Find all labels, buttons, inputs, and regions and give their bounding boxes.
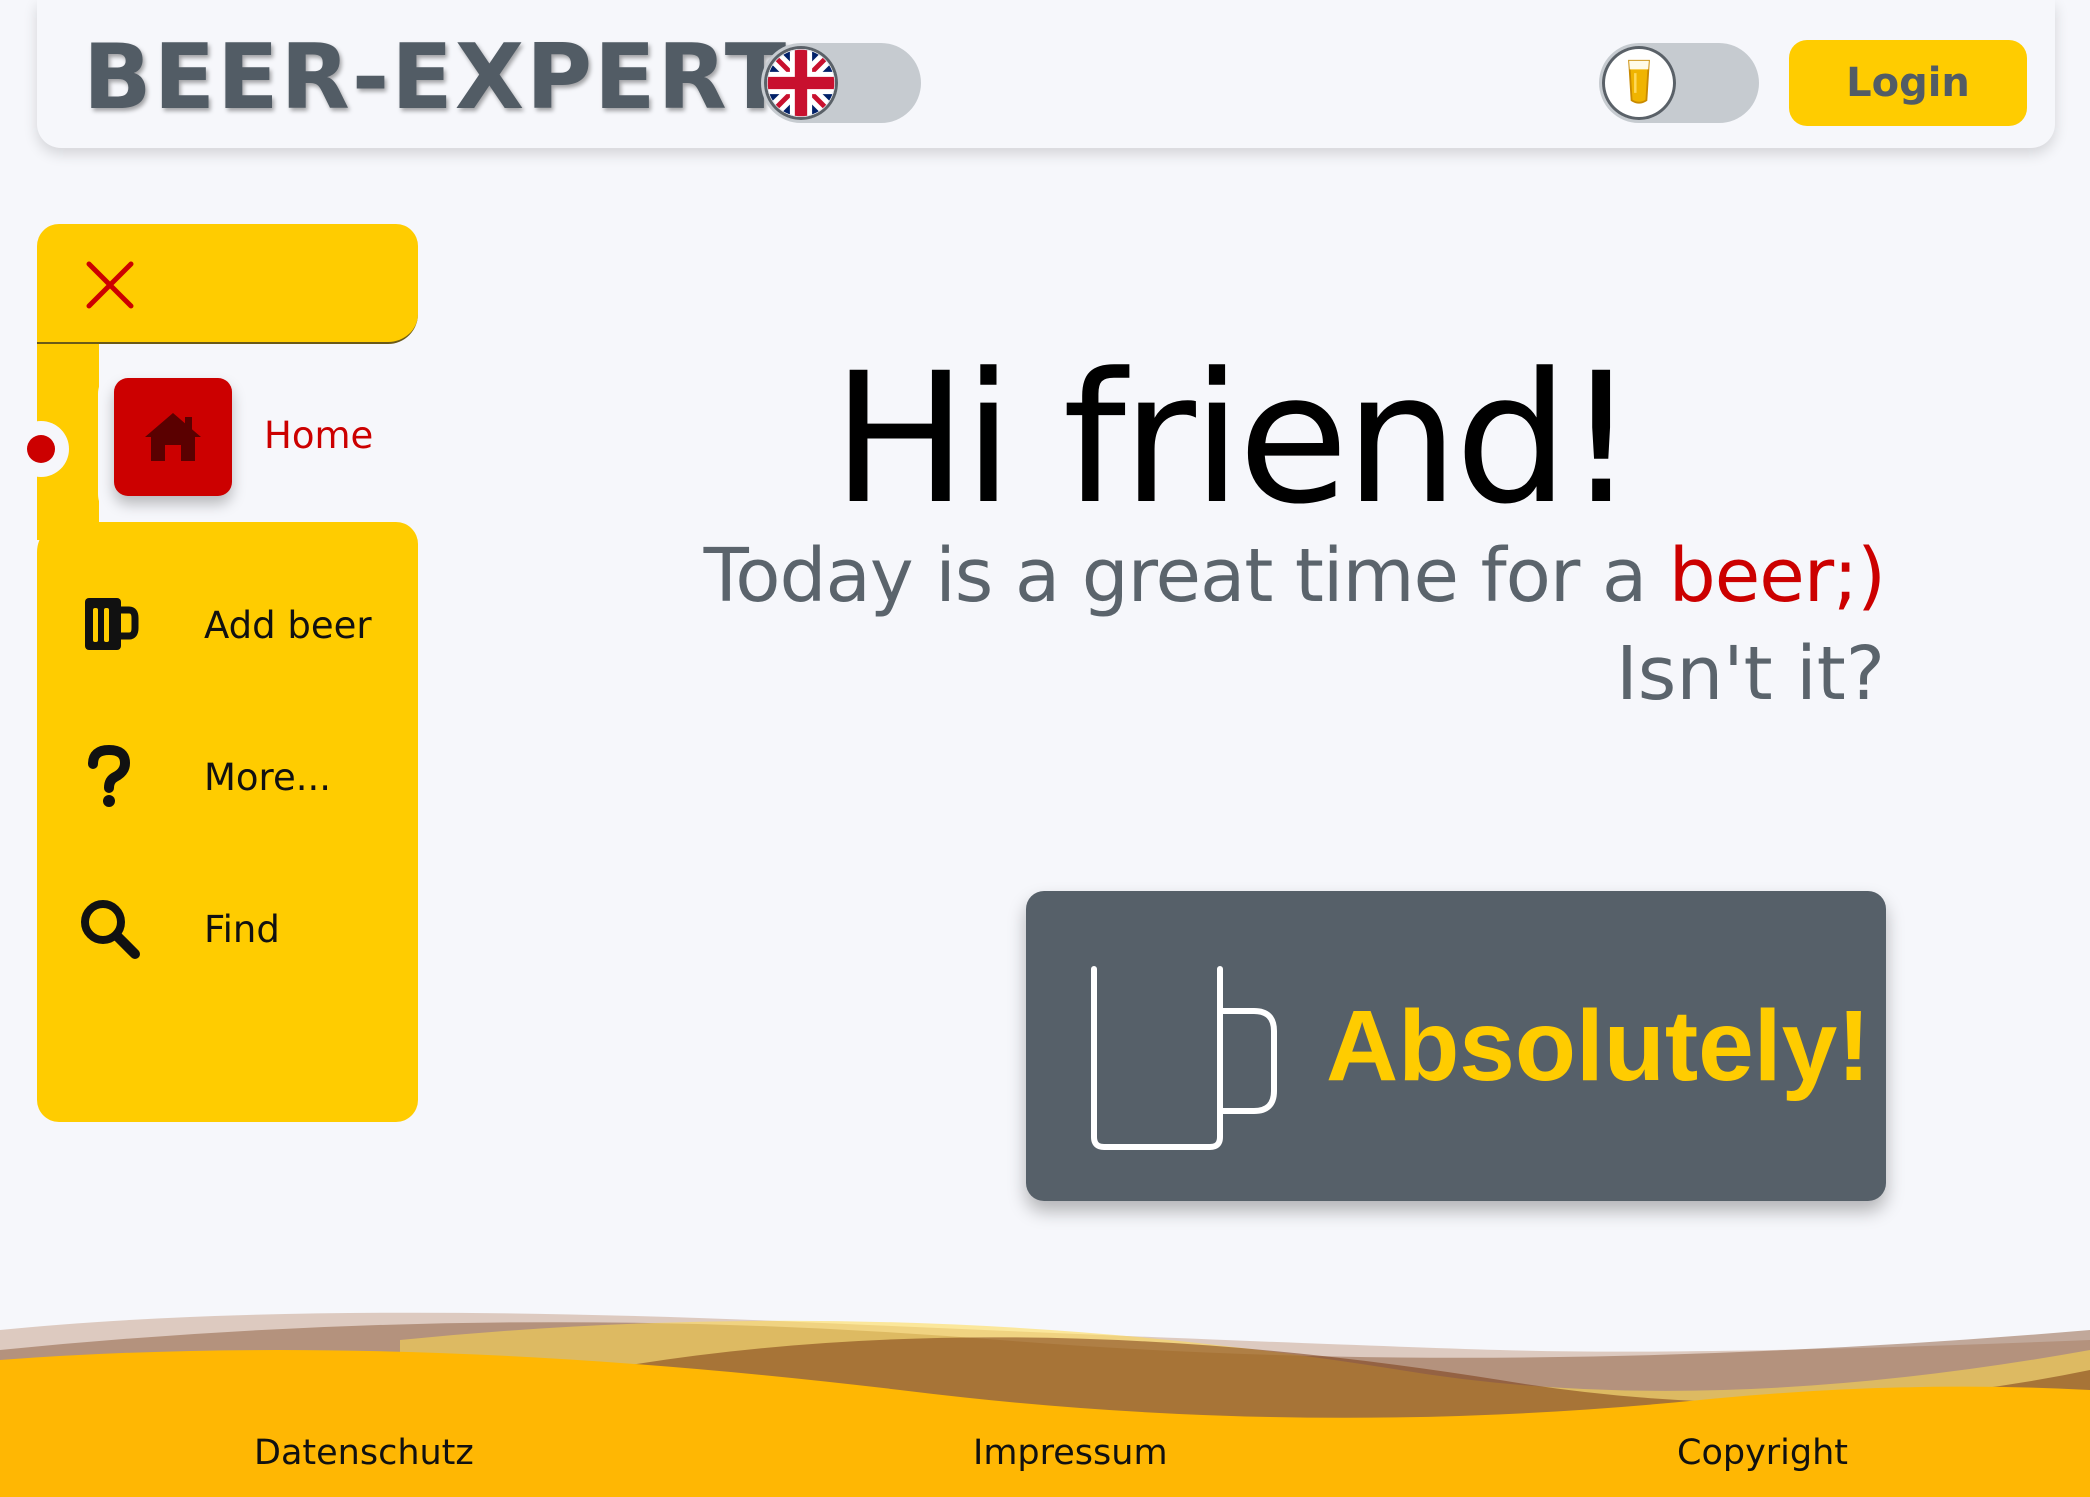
hero-subtitle: Today is a great time for a beer;) [685, 528, 1886, 624]
sidebar-item-label: Add beer [204, 604, 372, 647]
login-button[interactable]: Login [1789, 40, 2027, 126]
sidebar-item-label: Find [204, 908, 280, 951]
sidebar-item-more[interactable]: More... [37, 726, 418, 826]
beer-glass-icon [1602, 46, 1676, 120]
footer-link-datenschutz[interactable]: Datenschutz [254, 1433, 474, 1473]
uk-flag-icon [764, 46, 838, 120]
sidebar-item-home[interactable]: Home [98, 368, 418, 520]
close-icon[interactable] [83, 258, 137, 312]
hero-subtitle-text: Today is a great time for a [703, 533, 1669, 619]
sidebar-header [37, 224, 418, 344]
sidebar-item-find[interactable]: Find [37, 878, 418, 978]
sidebar-menu: Add beer More... Find [37, 522, 418, 1122]
site-logo[interactable]: BEER-EXPERT [83, 28, 788, 128]
sidebar-item-add-beer[interactable]: Add beer [37, 574, 418, 674]
question-icon [77, 744, 141, 808]
sidebar-item-label: Home [264, 414, 374, 457]
language-toggle[interactable] [761, 43, 921, 123]
footer-link-impressum[interactable]: Impressum [973, 1433, 1168, 1473]
absolutely-button[interactable]: Absolutely! [1026, 891, 1886, 1201]
theme-toggle[interactable] [1599, 43, 1759, 123]
home-icon [114, 378, 232, 496]
beer-mug-icon [77, 592, 141, 656]
absolutely-button-label: Absolutely! [1326, 990, 1871, 1102]
sidebar: Add beer More... Find Home [13, 224, 418, 1124]
hero-subtitle-accent: beer;) [1668, 533, 1886, 619]
footer-link-copyright[interactable]: Copyright [1677, 1433, 1848, 1473]
top-bar: BEER-EXPERT Login [37, 0, 2055, 148]
active-indicator [13, 421, 69, 477]
sidebar-item-label: More... [204, 756, 332, 799]
page-title: Hi friend! [832, 335, 1637, 544]
mug-icon [1084, 965, 1284, 1165]
hero-question: Isn't it? [1615, 631, 1885, 717]
search-icon [77, 896, 141, 960]
